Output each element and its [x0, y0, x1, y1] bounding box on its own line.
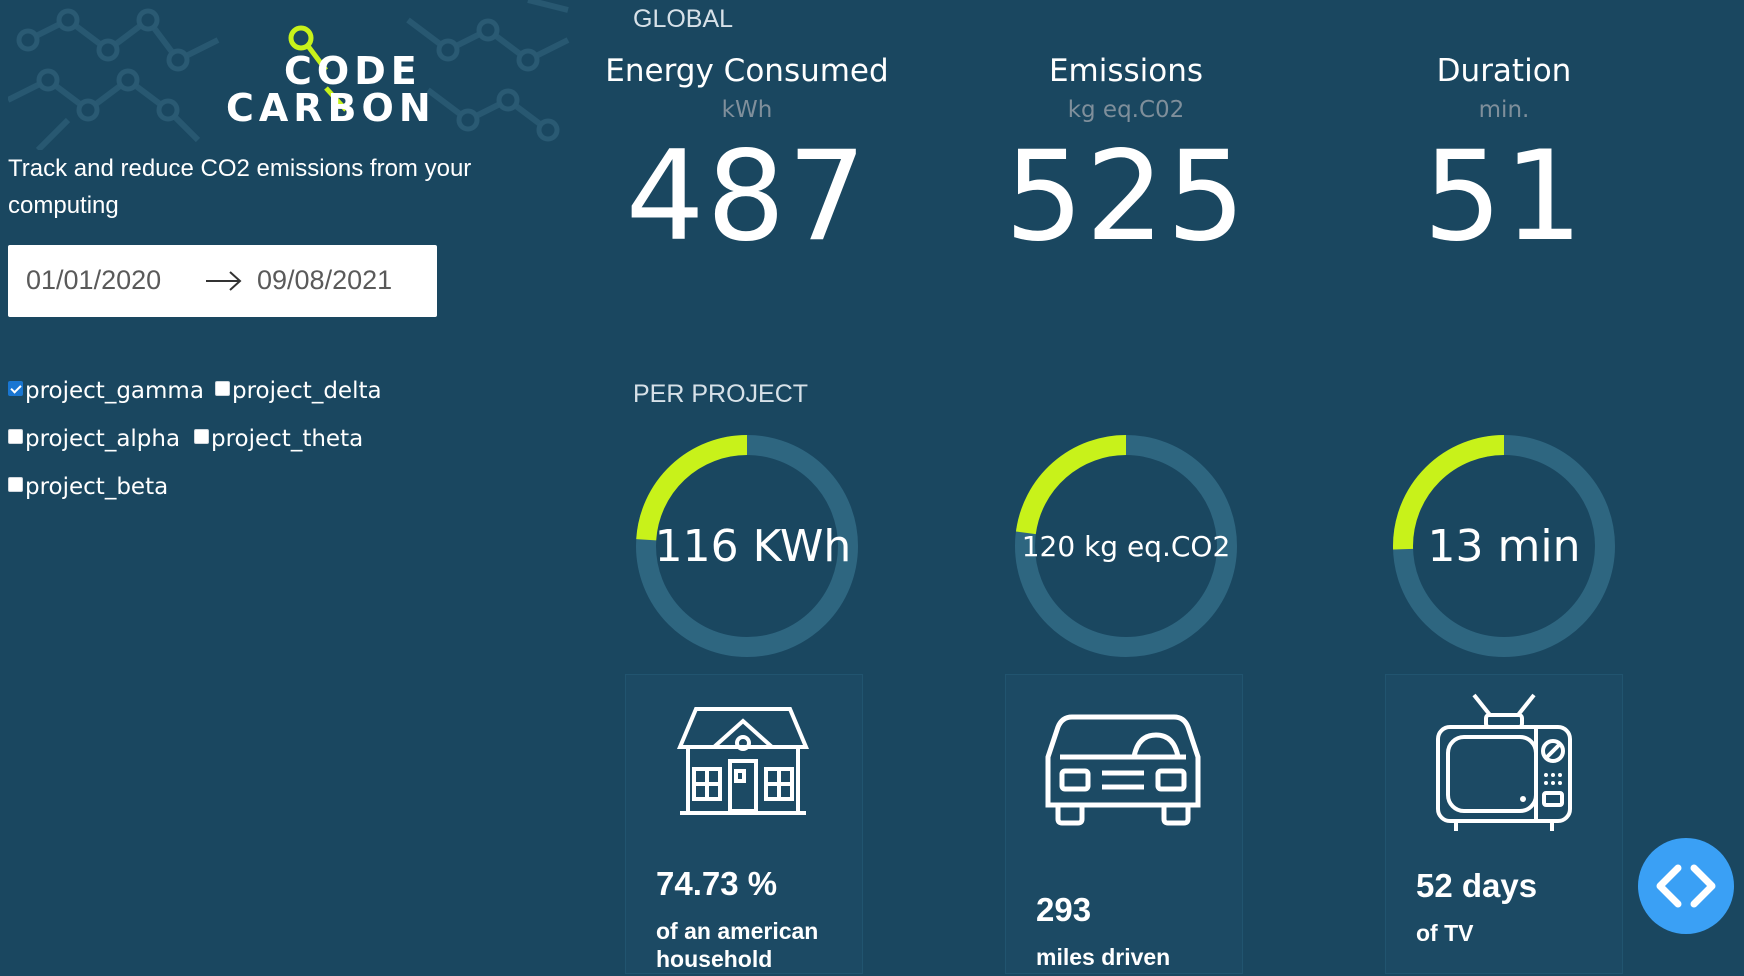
project-checkbox-alpha[interactable]: project_alpha — [8, 424, 180, 454]
project-label: project_delta — [232, 378, 382, 404]
tv-equivalent-card: 52 days of TV — [1385, 674, 1623, 974]
equivalent-caption: of TV — [1416, 920, 1474, 946]
metric-unit: min. — [1478, 97, 1530, 123]
checkbox[interactable] — [8, 476, 23, 492]
codecarbon-logo[interactable]: CODE CARBON — [218, 18, 431, 130]
emissions-gauge: 120 kg eq.CO2 — [1006, 426, 1246, 666]
metric-unit: kg eq.C02 — [1067, 97, 1185, 123]
equivalent-caption: of an american household — [656, 918, 819, 972]
tagline: Track and reduce CO2 emissions from your… — [8, 155, 472, 219]
checkbox[interactable] — [8, 380, 23, 396]
gauge-label: 13 min — [1427, 520, 1581, 572]
emissions-metric: Emissions kg eq.C02 525 — [936, 53, 1316, 259]
duration-metric: Duration min. 51 — [1314, 53, 1694, 259]
embed-code-button[interactable] — [1638, 838, 1734, 934]
metric-value: 487 — [625, 125, 869, 269]
date-range-picker[interactable]: 01/01/2020 09/08/2021 — [8, 245, 437, 317]
checkbox[interactable] — [215, 380, 230, 396]
metric-title: Duration — [1436, 53, 1572, 89]
global-heading: GLOBAL — [633, 5, 734, 33]
gauge-label: 116 KWh — [654, 520, 852, 572]
logo-line-1: CODE — [284, 49, 422, 93]
car-icon — [1045, 714, 1201, 826]
house-icon — [676, 707, 810, 815]
logo-banner: CODE CARBON — [8, 0, 578, 150]
metric-title: Emissions — [1048, 53, 1204, 89]
logo-line-2: CARBON — [226, 86, 436, 130]
equivalent-value: 52 days — [1416, 867, 1538, 904]
checkbox[interactable] — [8, 428, 23, 444]
energy-gauge: 116 KWh — [627, 426, 867, 666]
start-date-input[interactable]: 01/01/2020 — [26, 265, 161, 296]
energy-metric: Energy Consumed kWh 487 — [557, 53, 937, 259]
project-label: project_gamma — [25, 378, 204, 404]
household-equivalent-card: 74.73 % of an american household — [625, 674, 863, 974]
equivalent-caption: miles driven — [1036, 944, 1171, 970]
metric-unit: kWh — [721, 97, 773, 123]
project-checkbox-theta[interactable]: project_theta — [194, 424, 363, 454]
project-label: project_alpha — [25, 426, 181, 452]
project-checkbox-beta[interactable]: project_beta — [8, 472, 168, 502]
project-checkbox-gamma[interactable]: project_gamma — [8, 376, 204, 406]
code-brackets-icon — [1656, 864, 1716, 908]
equivalent-value: 293 — [1036, 891, 1092, 928]
project-checkbox-delta[interactable]: project_delta — [215, 376, 382, 406]
project-label: project_beta — [25, 474, 169, 500]
duration-gauge: 13 min — [1384, 426, 1624, 666]
sidebar: CODE CARBON Track and reduce CO2 emissio… — [0, 0, 578, 976]
tv-icon — [1436, 693, 1572, 831]
end-date-input[interactable]: 09/08/2021 — [257, 265, 392, 296]
per-project-heading: PER PROJECT — [633, 380, 809, 408]
metric-value: 525 — [1004, 125, 1248, 269]
metric-value: 51 — [1423, 125, 1585, 269]
project-label: project_theta — [211, 426, 364, 452]
arrow-right-icon — [206, 271, 242, 291]
checkbox[interactable] — [194, 428, 209, 444]
metric-title: Energy Consumed — [605, 53, 889, 89]
gauge-label: 120 kg eq.CO2 — [1021, 529, 1231, 563]
equivalent-value: 74.73 % — [656, 865, 778, 902]
car-equivalent-card: 293 miles driven — [1005, 674, 1243, 974]
